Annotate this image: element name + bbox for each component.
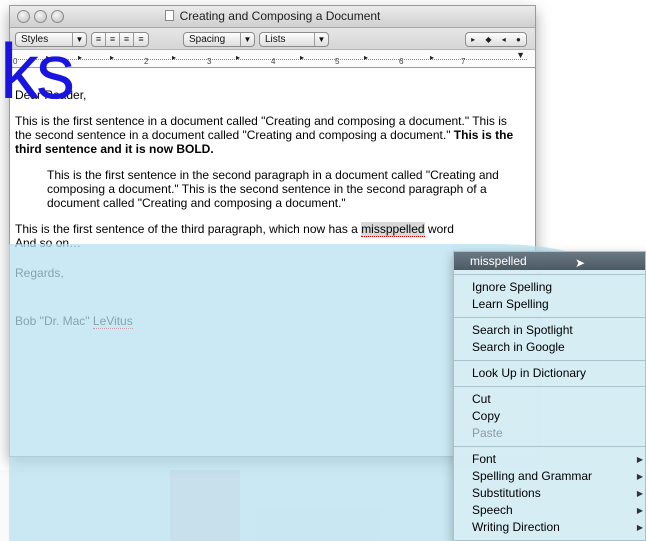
paragraph-3-end: word <box>424 222 454 236</box>
tab-stop-marker[interactable]: ▸ <box>110 53 114 62</box>
menu-item-suggestion[interactable]: misspelled ➤ <box>454 252 645 270</box>
menu-item-cut[interactable]: Cut <box>454 391 645 408</box>
center-tab-icon[interactable]: ● <box>516 33 521 46</box>
background-text: ks <box>0 27 75 115</box>
document-icon <box>164 10 174 21</box>
tab-stop-marker[interactable]: ▸ <box>78 53 82 62</box>
align-left-button[interactable]: ≡ <box>92 33 106 46</box>
lists-popup-label: Lists <box>265 34 286 45</box>
ruler-number: 3 <box>207 57 212 66</box>
signature: Bob "Dr. Mac" LeVitus <box>15 314 525 329</box>
chevron-down-icon: ▼ <box>72 33 86 46</box>
paragraph-1: This is the first sentence in a document… <box>15 114 525 156</box>
menu-item-look-up-dictionary[interactable]: Look Up in Dictionary <box>454 365 645 382</box>
ruler-number: 2 <box>144 57 149 66</box>
menu-item-font[interactable]: Font <box>454 451 645 468</box>
background-stripe <box>170 470 240 541</box>
left-tab-icon[interactable]: ◂ <box>502 33 506 46</box>
menu-item-copy[interactable]: Copy <box>454 408 645 425</box>
spacing-popup[interactable]: Spacing ▼ <box>183 32 255 47</box>
menu-item-substitutions[interactable]: Substitutions <box>454 485 645 502</box>
ruler-number: 6 <box>399 57 404 66</box>
paragraph-3: This is the first sentence of the third … <box>15 222 525 237</box>
tab-stop-marker[interactable]: ▸ <box>300 53 304 62</box>
ruler-number: 7 <box>461 57 466 66</box>
chevron-down-icon: ▼ <box>314 33 328 46</box>
menu-item-paste: Paste <box>472 426 503 440</box>
menu-item-search-google[interactable]: Search in Google <box>454 339 645 356</box>
spacing-popup-label: Spacing <box>189 34 226 45</box>
tab-stops-control[interactable]: ▸ ◆ ◂ ● <box>465 32 527 47</box>
mouse-pointer-icon: ➤ <box>574 256 585 270</box>
alignment-segmented-control: ≡ ≡ ≡ ≡ <box>91 32 149 47</box>
misspelled-word[interactable]: missppelled <box>361 222 425 237</box>
menu-item-learn-spelling[interactable]: Learn Spelling <box>454 296 645 313</box>
signature-name: Bob "Dr. Mac" <box>15 314 93 328</box>
signature-surname: LeVitus <box>92 314 133 329</box>
align-right-button[interactable]: ≡ <box>134 33 148 46</box>
menu-separator <box>454 360 645 361</box>
paragraph-3-text: This is the first sentence of the third … <box>15 222 362 236</box>
salutation: Dear Reader, <box>15 88 87 102</box>
chevron-down-icon: ▼ <box>240 33 254 46</box>
menu-item-search-spotlight[interactable]: Search in Spotlight <box>454 322 645 339</box>
window-title: Creating and Composing a Document <box>179 9 381 23</box>
menu-item-writing-direction[interactable]: Writing Direction <box>454 519 645 536</box>
format-toolbar: Styles ▼ ≡ ≡ ≡ ≡ Spacing ▼ Lists ▼ ▸ ◆ ◂ <box>10 28 535 50</box>
ruler[interactable]: 0 2 3 4 5 6 7 ▸ ▸ ▸ ▸ ▸ ▸ ▸ ▸ ▼ <box>10 50 535 68</box>
suggestion-label: misspelled <box>470 254 527 268</box>
right-margin-marker[interactable]: ▼ <box>516 50 525 60</box>
align-center-button[interactable]: ≡ <box>106 33 120 46</box>
decimal-tab-icon[interactable]: ◆ <box>485 33 491 46</box>
ruler-number: 5 <box>335 57 340 66</box>
ruler-number: 4 <box>271 57 276 66</box>
menu-item-speech[interactable]: Speech <box>454 502 645 519</box>
paragraph-2: This is the first sentence in the second… <box>47 168 499 210</box>
menu-item-spelling-grammar[interactable]: Spelling and Grammar <box>454 468 645 485</box>
tab-stop-marker[interactable]: ▸ <box>430 53 434 62</box>
context-menu: misspelled ➤ Ignore Spelling Learn Spell… <box>453 251 646 541</box>
window-title-wrap: Creating and Composing a Document <box>10 9 535 23</box>
menu-separator <box>454 446 645 447</box>
tab-stop-marker[interactable]: ▸ <box>364 53 368 62</box>
closing: Regards, <box>15 266 64 280</box>
right-tab-icon[interactable]: ▸ <box>471 33 475 46</box>
menu-separator <box>454 317 645 318</box>
menu-item-ignore-spelling[interactable]: Ignore Spelling <box>454 279 645 296</box>
lists-popup[interactable]: Lists ▼ <box>259 32 329 47</box>
paragraph-1-text: This is the first sentence in a document… <box>15 114 507 142</box>
align-justify-button[interactable]: ≡ <box>120 33 134 46</box>
desktop: ks Creating and Composing a Document Sty… <box>0 0 646 541</box>
menu-separator <box>454 274 645 275</box>
title-bar[interactable]: Creating and Composing a Document <box>10 6 535 28</box>
tab-stop-marker[interactable]: ▸ <box>236 53 240 62</box>
tab-stop-marker[interactable]: ▸ <box>172 53 176 62</box>
paragraph-3-line-2: And so on… <box>15 236 82 250</box>
menu-separator <box>454 386 645 387</box>
